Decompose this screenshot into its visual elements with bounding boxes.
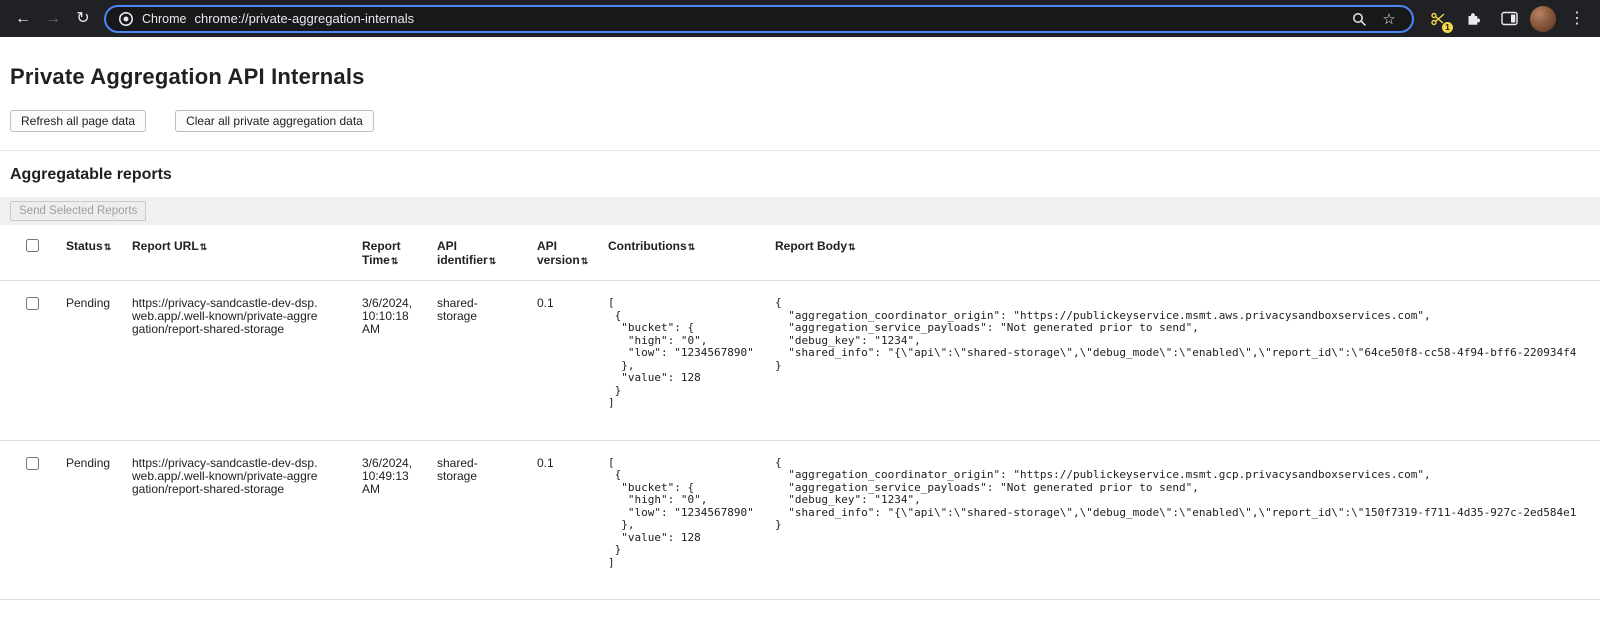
sort-icon: ⇅: [104, 242, 112, 252]
kebab-menu-icon: ⋮: [1569, 11, 1585, 27]
report-body-json: { "aggregation_coordinator_origin": "htt…: [775, 457, 1592, 532]
report-time-cell: 3/6/2024, 10:49:13 AM: [362, 440, 437, 600]
status-cell: Pending: [66, 281, 132, 441]
reload-icon: ↻: [76, 11, 89, 27]
col-contributions[interactable]: Contributions⇅: [608, 225, 775, 281]
col-api-version[interactable]: API version⇅: [537, 225, 608, 281]
extension-badge: 1: [1441, 21, 1454, 34]
col-api-identifier-label: API identifier: [437, 239, 488, 267]
col-report-url-label: Report URL: [132, 239, 199, 253]
col-report-body-label: Report Body: [775, 239, 847, 253]
menu-button[interactable]: ⋮: [1562, 4, 1592, 34]
browser-toolbar: ← → ↻ Chrome chrome://private-aggregatio…: [0, 0, 1600, 37]
section-title: Aggregatable reports: [10, 166, 1600, 184]
page-content: Private Aggregation API Internals Refres…: [0, 64, 1600, 600]
report-url-cell: https://privacy-sandcastle-dev-dsp.web.a…: [132, 281, 362, 441]
row-select-cell: [0, 440, 66, 600]
report-body-cell: { "aggregation_coordinator_origin": "htt…: [775, 281, 1600, 441]
url-text[interactable]: chrome://private-aggregation-internals: [194, 11, 1340, 26]
row-select-cell: [0, 281, 66, 441]
col-api-identifier[interactable]: API identifier⇅: [437, 225, 537, 281]
page-title: Private Aggregation API Internals: [10, 64, 1600, 90]
api-identifier-cell: shared-storage: [437, 440, 537, 600]
report-url-cell: https://privacy-sandcastle-dev-dsp.web.a…: [132, 440, 362, 600]
col-status[interactable]: Status⇅: [66, 225, 132, 281]
api-identifier-text: shared-storage: [437, 457, 499, 483]
contributions-cell: [ { "bucket": { "high": "0", "low": "123…: [608, 440, 775, 600]
row-checkbox[interactable]: [26, 457, 39, 470]
toolbar-right: 1 ⋮: [1424, 4, 1592, 34]
back-icon: ←: [15, 11, 31, 27]
report-row: Pending https://privacy-sandcastle-dev-d…: [0, 281, 1600, 441]
back-button[interactable]: ←: [8, 4, 38, 34]
reports-toolbar: Send Selected Reports: [0, 197, 1600, 225]
col-report-body[interactable]: Report Body⇅: [775, 225, 1600, 281]
sort-icon: ⇅: [688, 242, 696, 252]
contributions-json: [ { "bucket": { "high": "0", "low": "123…: [608, 457, 767, 570]
refresh-all-button[interactable]: Refresh all page data: [10, 110, 146, 132]
pinned-extension-button[interactable]: 1: [1424, 5, 1452, 33]
report-row: Pending https://privacy-sandcastle-dev-d…: [0, 440, 1600, 600]
sort-icon: ⇅: [391, 256, 399, 266]
extensions-button[interactable]: [1458, 4, 1488, 34]
report-url-text: https://privacy-sandcastle-dev-dsp.web.a…: [132, 457, 322, 496]
api-identifier-cell: shared-storage: [437, 281, 537, 441]
report-time-text: 3/6/2024, 10:10:18 AM: [362, 297, 422, 336]
clear-all-button[interactable]: Clear all private aggregation data: [175, 110, 374, 132]
send-selected-reports-button[interactable]: Send Selected Reports: [10, 201, 146, 221]
api-version-cell: 0.1: [537, 281, 608, 441]
sort-icon: ⇅: [200, 242, 208, 252]
report-url-text: https://privacy-sandcastle-dev-dsp.web.a…: [132, 297, 322, 336]
side-panel-button[interactable]: [1494, 4, 1524, 34]
table-header-row: Status⇅ Report URL⇅ Report Time⇅ API ide…: [0, 225, 1600, 281]
aggregatable-reports-table: Status⇅ Report URL⇅ Report Time⇅ API ide…: [0, 225, 1600, 600]
col-report-time[interactable]: Report Time⇅: [362, 225, 437, 281]
bookmark-star-button[interactable]: ☆: [1378, 8, 1400, 30]
col-status-label: Status: [66, 239, 103, 253]
search-icon: [1351, 11, 1367, 27]
reload-button[interactable]: ↻: [68, 4, 98, 34]
chrome-logo-icon: [118, 11, 134, 27]
report-time-text: 3/6/2024, 10:49:13 AM: [362, 457, 422, 496]
col-api-version-label: API version: [537, 239, 580, 267]
profile-avatar[interactable]: [1530, 6, 1556, 32]
api-version-cell: 0.1: [537, 440, 608, 600]
col-contributions-label: Contributions: [608, 239, 687, 253]
page-actions: Refresh all page data Clear all private …: [10, 110, 1600, 132]
puzzle-icon: [1465, 10, 1482, 27]
report-time-cell: 3/6/2024, 10:10:18 AM: [362, 281, 437, 441]
col-report-url[interactable]: Report URL⇅: [132, 225, 362, 281]
sort-icon: ⇅: [581, 256, 589, 266]
row-checkbox[interactable]: [26, 297, 39, 310]
contributions-json: [ { "bucket": { "high": "0", "low": "123…: [608, 297, 767, 410]
select-all-cell: [0, 225, 66, 281]
forward-icon: →: [45, 11, 61, 27]
api-identifier-text: shared-storage: [437, 297, 499, 323]
address-bar[interactable]: Chrome chrome://private-aggregation-inte…: [104, 5, 1414, 33]
sort-icon: ⇅: [489, 256, 497, 266]
divider: [0, 150, 1600, 151]
contributions-cell: [ { "bucket": { "high": "0", "low": "123…: [608, 281, 775, 441]
sort-icon: ⇅: [848, 242, 856, 252]
status-cell: Pending: [66, 440, 132, 600]
site-label: Chrome: [142, 12, 186, 26]
report-body-json: { "aggregation_coordinator_origin": "htt…: [775, 297, 1592, 372]
select-all-checkbox[interactable]: [26, 239, 39, 252]
report-body-cell: { "aggregation_coordinator_origin": "htt…: [775, 440, 1600, 600]
search-button[interactable]: [1348, 8, 1370, 30]
star-icon: ☆: [1382, 10, 1395, 28]
side-panel-icon: [1501, 11, 1518, 26]
forward-button[interactable]: →: [38, 4, 68, 34]
